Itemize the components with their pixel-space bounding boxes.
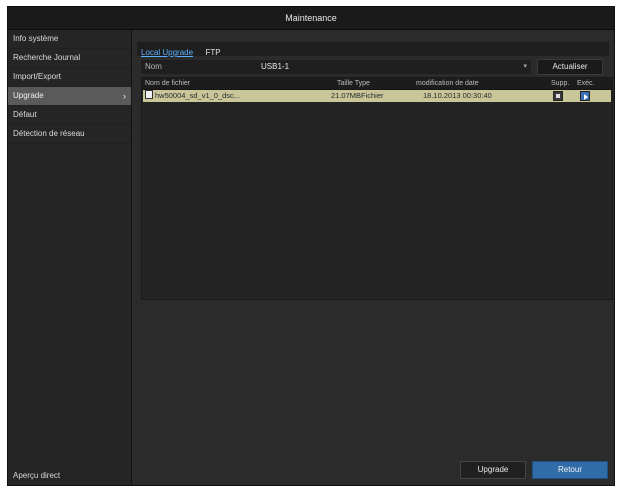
- maintenance-window: Maintenance Info système Recherche Journ…: [7, 6, 615, 486]
- col-size-type[interactable]: Taille Type: [337, 78, 370, 89]
- chevron-down-icon: ▾: [523, 63, 527, 70]
- sidebar-item-import-export[interactable]: Import/Export: [8, 68, 131, 87]
- file-icon: [145, 90, 153, 99]
- table-header: Nom de fichier Taille Type modification …: [142, 78, 612, 90]
- col-modified[interactable]: modification de date: [416, 78, 479, 89]
- col-filename[interactable]: Nom de fichier: [145, 78, 190, 89]
- device-label: Nom: [145, 62, 162, 71]
- content-panel: Local Upgrade FTP Nom USB1-1 ▾ Actualise…: [132, 30, 614, 485]
- file-table: Nom de fichier Taille Type modification …: [141, 77, 613, 300]
- sidebar-item-label: Upgrade: [13, 91, 44, 100]
- live-view-button[interactable]: Aperçu direct: [8, 467, 131, 485]
- chevron-right-icon: ›: [123, 91, 126, 101]
- device-value: USB1-1: [261, 62, 290, 71]
- delete-icon[interactable]: [553, 91, 563, 101]
- play-icon[interactable]: [580, 91, 590, 101]
- table-row[interactable]: hw50004_sd_v1_0_dsc... 21.07MBFichier 18…: [143, 90, 611, 102]
- device-select[interactable]: Nom USB1-1 ▾: [141, 60, 531, 74]
- upgrade-button[interactable]: Upgrade: [460, 461, 526, 479]
- tab-bar: Local Upgrade FTP: [137, 42, 609, 57]
- row-modified: 18.10.2013 00:30:40: [423, 91, 492, 100]
- row-size-type: 21.07MBFichier: [331, 91, 384, 100]
- col-delete: Supp.: [551, 80, 570, 87]
- col-run: Exéc.: [577, 80, 595, 87]
- sidebar: Info système Recherche Journal Import/Ex…: [8, 30, 132, 485]
- refresh-button[interactable]: Actualiser: [537, 59, 603, 75]
- tab-local-upgrade[interactable]: Local Upgrade: [137, 46, 197, 60]
- sidebar-item-log-search[interactable]: Recherche Journal: [8, 49, 131, 68]
- back-button[interactable]: Retour: [532, 461, 608, 479]
- row-filename: hw50004_sd_v1_0_dsc...: [145, 90, 240, 102]
- sidebar-item-default[interactable]: Défaut: [8, 106, 131, 125]
- row-filename-text: hw50004_sd_v1_0_dsc...: [155, 91, 241, 100]
- window-title: Maintenance: [8, 7, 614, 30]
- sidebar-item-system-info[interactable]: Info système: [8, 30, 131, 49]
- tab-ftp[interactable]: FTP: [202, 46, 225, 60]
- sidebar-item-upgrade[interactable]: Upgrade ›: [8, 87, 131, 106]
- sidebar-item-network-detection[interactable]: Détection de réseau: [8, 125, 131, 144]
